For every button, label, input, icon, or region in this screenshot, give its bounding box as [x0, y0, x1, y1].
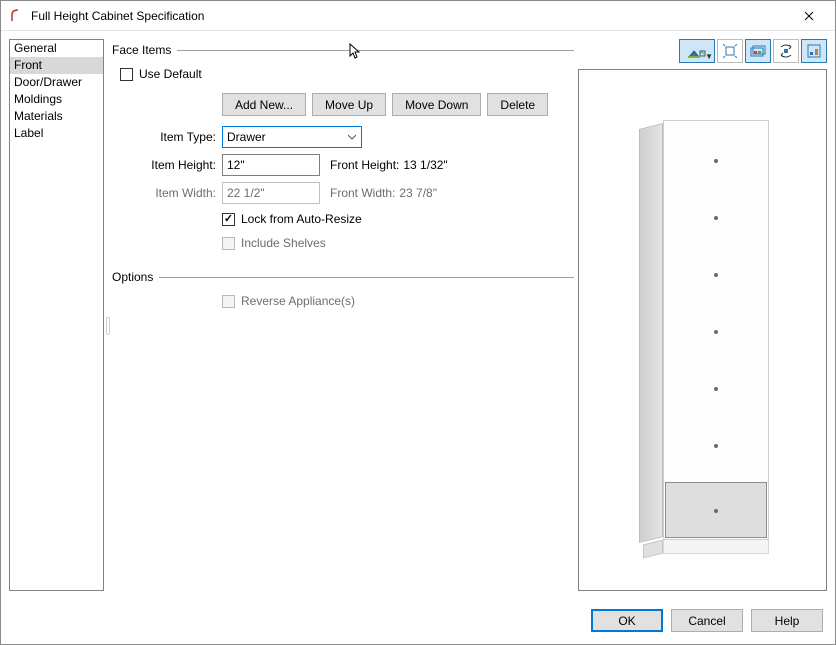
move-up-button[interactable]: Move Up: [312, 93, 386, 116]
lock-auto-resize-row[interactable]: Lock from Auto-Resize: [222, 210, 574, 228]
drawer-knob: [714, 509, 718, 513]
dropdown-arrow-icon: ▼: [705, 52, 713, 61]
preview-toolbar: ▼: [578, 39, 827, 63]
help-button[interactable]: Help: [751, 609, 823, 632]
item-type-row: Item Type: Drawer: [112, 126, 574, 148]
front-width-label: Front Width:: [330, 186, 395, 200]
cabinet-base-front: [663, 540, 769, 554]
dialog-content: General Front Door/Drawer Moldings Mater…: [1, 31, 835, 599]
view-mode-icon: [688, 44, 706, 58]
item-width-row: Item Width: Front Width: 23 7/8": [112, 182, 574, 204]
face-items-header: Face Items: [112, 43, 574, 57]
close-button[interactable]: [787, 2, 831, 30]
form-area: Face Items Use Default Add New... Move U…: [112, 39, 574, 591]
titlebar[interactable]: Full Height Cabinet Specification: [1, 1, 835, 31]
header-rule: [177, 50, 574, 51]
rotate-icon: [778, 44, 794, 58]
chevron-down-icon: [343, 127, 361, 147]
final-view-icon: [807, 44, 821, 58]
reverse-appliances-label: Reverse Appliance(s): [241, 294, 355, 308]
drawer-knob: [714, 159, 718, 163]
drawer-knob: [714, 330, 718, 334]
add-new-button[interactable]: Add New...: [222, 93, 306, 116]
front-height-value: 13 1/32": [403, 158, 447, 172]
preview-column: ▼: [578, 39, 827, 591]
sidebar-item-label[interactable]: Label: [10, 125, 103, 142]
use-default-label: Use Default: [139, 67, 202, 81]
item-type-value: Drawer: [223, 130, 343, 144]
options-rule: [159, 277, 574, 278]
item-width-input: [222, 182, 320, 204]
front-width-value: 23 7/8": [399, 186, 437, 200]
reverse-appliances-row: Reverse Appliance(s): [222, 292, 574, 310]
item-height-row: Item Height: Front Height: 13 1/32": [112, 154, 574, 176]
move-down-button[interactable]: Move Down: [392, 93, 481, 116]
item-type-combo[interactable]: Drawer: [222, 126, 362, 148]
include-shelves-checkbox: [222, 237, 235, 250]
app-icon: [9, 8, 25, 24]
category-sidebar[interactable]: General Front Door/Drawer Moldings Mater…: [9, 39, 104, 591]
preview-panel[interactable]: [578, 69, 827, 591]
sidebar-item-general[interactable]: General: [10, 40, 103, 57]
options-header: Options: [112, 270, 574, 284]
item-type-label: Item Type:: [112, 130, 222, 144]
use-default-checkbox[interactable]: [120, 68, 133, 81]
left-splitter-handle[interactable]: [106, 317, 110, 335]
include-shelves-row: Include Shelves: [222, 234, 574, 252]
lock-auto-resize-checkbox[interactable]: [222, 213, 235, 226]
dialog-title: Full Height Cabinet Specification: [31, 9, 787, 23]
dialog-window: Full Height Cabinet Specification Genera…: [0, 0, 836, 645]
sidebar-item-front[interactable]: Front: [10, 57, 103, 74]
cabinet-side: [639, 123, 663, 543]
cabinet-front: [663, 120, 769, 540]
sidebar-item-moldings[interactable]: Moldings: [10, 91, 103, 108]
item-height-label: Item Height:: [112, 158, 222, 172]
face-items-label: Face Items: [112, 43, 171, 57]
fullscreen-icon: [723, 44, 737, 58]
cancel-button[interactable]: Cancel: [671, 609, 743, 632]
face-item-buttons: Add New... Move Up Move Down Delete: [222, 93, 574, 116]
drawer-knob: [714, 387, 718, 391]
final-view-button[interactable]: [801, 39, 827, 63]
selected-drawer[interactable]: [665, 482, 767, 538]
item-width-label: Item Width:: [112, 186, 222, 200]
item-height-input[interactable]: [222, 154, 320, 176]
cabinet-preview: [639, 120, 771, 545]
drawer-knob: [714, 273, 718, 277]
drawer-knob: [714, 216, 718, 220]
delete-button[interactable]: Delete: [487, 93, 548, 116]
drawer-knob: [714, 444, 718, 448]
sidebar-item-door-drawer[interactable]: Door/Drawer: [10, 74, 103, 91]
fullscreen-button[interactable]: [717, 39, 743, 63]
ok-button[interactable]: OK: [591, 609, 663, 632]
sidebar-item-materials[interactable]: Materials: [10, 108, 103, 125]
include-shelves-label: Include Shelves: [241, 236, 326, 250]
rotate-button[interactable]: [773, 39, 799, 63]
cabinet-base-side: [643, 540, 663, 559]
front-height-label: Front Height:: [330, 158, 399, 172]
use-default-row[interactable]: Use Default: [120, 65, 574, 83]
dialog-footer: OK Cancel Help: [1, 599, 835, 644]
color-toggle-button[interactable]: [745, 39, 771, 63]
options-label: Options: [112, 270, 153, 284]
reverse-appliances-checkbox: [222, 295, 235, 308]
main-area: Face Items Use Default Add New... Move U…: [112, 39, 827, 591]
view-mode-button[interactable]: ▼: [679, 39, 715, 63]
lock-auto-resize-label: Lock from Auto-Resize: [241, 212, 362, 226]
color-toggle-icon: [750, 44, 766, 58]
